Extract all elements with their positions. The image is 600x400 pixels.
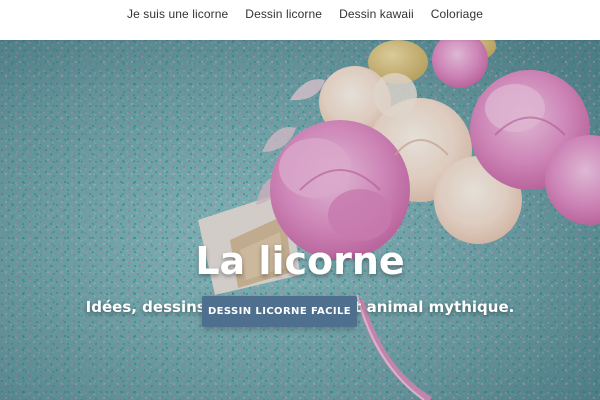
nav-menu: Je suis une licorne Dessin licorne Dessi… [0,0,600,28]
hero-title: La licorne [195,239,405,283]
nav-item-je-suis-une-licorne[interactable]: Je suis une licorne [119,7,237,21]
nav-item-dessin-licorne[interactable]: Dessin licorne [237,7,331,21]
hero-background-image [0,40,600,400]
nav-item-coloriage[interactable]: Coloriage [422,7,491,21]
nav-item-dessin-kawaii[interactable]: Dessin kawaii [331,7,423,21]
top-navigation: Je suis une licorne Dessin licorne Dessi… [0,0,600,40]
hero-banner: La licorne Idées, dessins, coloriages de… [0,40,600,400]
dessin-licorne-facile-button[interactable]: DESSIN LICORNE FACILE [202,296,357,327]
